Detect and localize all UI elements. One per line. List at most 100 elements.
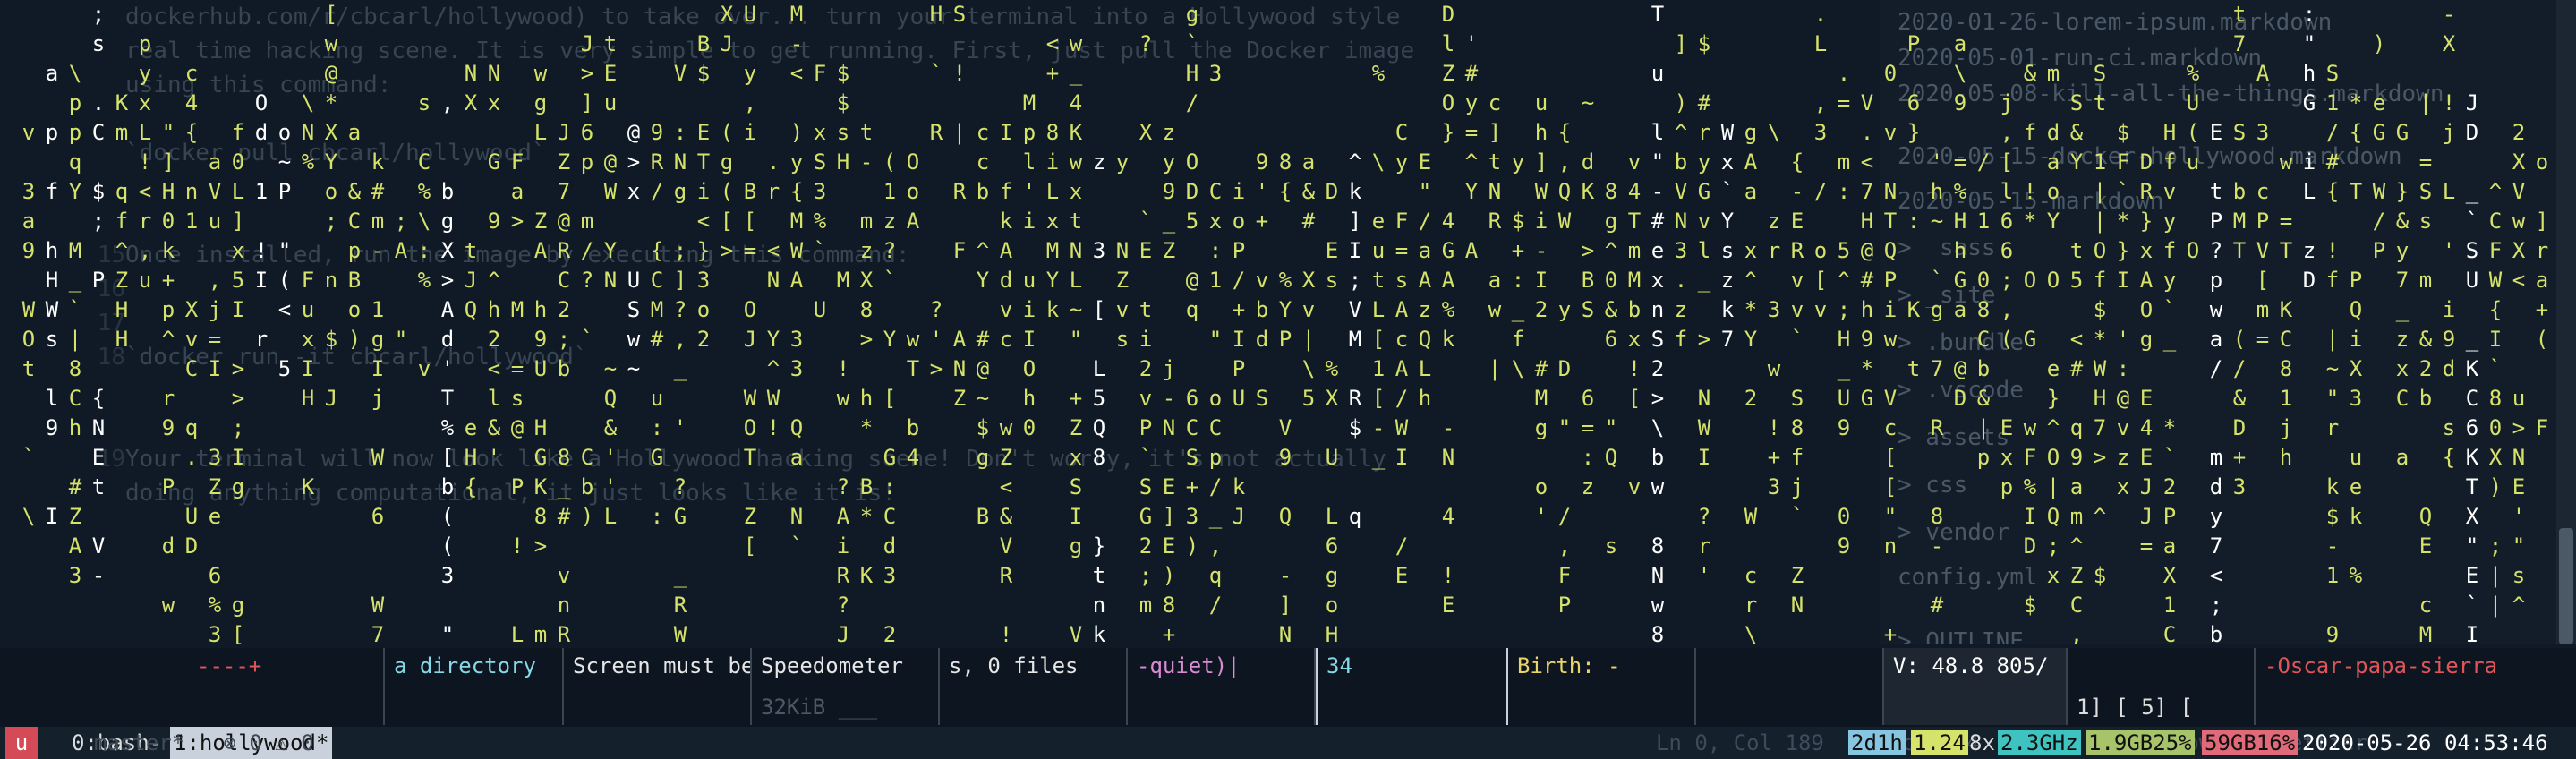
rain-column: " ] H 0 k + p ^ r 9 P d w [161, 120, 175, 618]
rain-column: c ] t N R a w | [1488, 90, 1502, 381]
pane-brackets: 1] [ 5] [ [2068, 648, 2256, 725]
rain-column: J D _ ` S U _ K C 6 K T X " E ` I [2465, 90, 2479, 644]
pane-directory: a directory [385, 648, 564, 725]
rain-column: . L , 3 / o [ v [1813, 2, 1828, 322]
rain-column: y $ + : _ f \ [1511, 149, 1525, 381]
rain-column: $ # r y G v l _ > N W I ? r ' [1697, 31, 1711, 588]
rain-column: a \ 9 = % H h G a @ D [1953, 31, 1967, 411]
pane-brackets-text: 1] [ 5] [ [2077, 695, 2194, 720]
rain-column: m d a o Y O e } ^ O | Q ; x [2046, 61, 2060, 588]
rain-column: H f v y f y ` _ * ` 2 P a X 1 C [2162, 120, 2177, 644]
pane-meter: V: 48.8 805/ [1884, 648, 2068, 725]
rain-column: M p l ' i u i I O h 0 [1022, 90, 1036, 440]
rain-column: M - < ) y { M W A 3 3 Q a N ` [789, 2, 804, 559]
rain-column: B $ E T i < } 3 o 2 [696, 31, 711, 352]
rain-column: [ w @ * X Y o ; n $ J [324, 2, 338, 411]
rain-column: O d 1 ! I r [254, 90, 269, 352]
rain-column: w g L Z A h 9 U H G K 8 > m [533, 61, 548, 644]
rain-column: N x G 9 ^ h 2 < l & ' [487, 61, 501, 470]
rain-column: < + 8 i L x M Y k [1045, 31, 1060, 322]
rain-column: k # m - 1 g I j W 6 W 7 [371, 149, 385, 644]
pane-tree: ----+ [188, 648, 385, 725]
rain-column: V . < 7 H @ # h 9 * G [1860, 90, 1874, 411]
tmux-cpu-count: 8x [1969, 730, 1995, 755]
rain-column: { - E R v v ` S 8 f j ` Z N [1790, 149, 1804, 618]
rain-column: v 3 a 9 W O t ` \ [21, 120, 36, 529]
rain-column: 9 R / { C M # u : G : [650, 120, 664, 529]
rain-column: D E s % X U L 6 g o H [1325, 179, 1339, 644]
pane-quiet: -quiet)| [1128, 648, 1316, 725]
tmux-load: 1.24 [1911, 730, 1968, 755]
pane-empty [1696, 648, 1884, 725]
rain-column: O o A w T b 4 [906, 149, 920, 470]
rain-column: * { T P Q i X 3 u e k % [2349, 90, 2363, 588]
rain-column: v 4 T m M b x ! [ v [1627, 149, 1642, 499]
rain-column: \ p p q Y M _ ` | 8 C h # Z A 3 [68, 61, 82, 588]
pane-callsign-text: -Oscar-papa-sierra [2265, 653, 2498, 678]
rain-column: F a > M = s @ P ! L [510, 149, 525, 644]
rain-column: { , Q W y D " / , F P [1557, 120, 1572, 618]
rain-column: ; A " [394, 209, 408, 352]
pane-counter-text: 34 [1326, 653, 1352, 678]
rain-column: p y x L ! < r , u [138, 31, 152, 293]
rain-column: S ! | R F A N Z [952, 2, 967, 411]
pane-quiet-text: -quiet)| [1137, 653, 1241, 678]
scrollbar-thumb[interactable] [2559, 528, 2573, 644]
rain-column: / 1 0 8 C b & | p [1976, 149, 1991, 470]
rain-column: X J ( g ( [ > [720, 2, 734, 263]
rain-column: g ` H / O D 5 @ q 6 C S + 3 ) [1185, 2, 1199, 559]
rain-column: 8 { % Y P V 9 Q - ] N [1278, 149, 1292, 644]
pane-files-text: s, 0 files [949, 653, 1079, 678]
pane-directory-text: a directory [394, 653, 536, 678]
rain-column: 0 v N T Q P i w V c [ [ " n + [1883, 61, 1898, 644]
rain-column: @ > x U S w ~ [627, 120, 641, 381]
rain-column: C y F = s A c A / W I / E [1395, 120, 1409, 588]
rain-column: ^ C F W { I ` 8 0 X ) ; | | [2488, 179, 2503, 618]
rain-column: $ $ s H M ! w ? A i R ? J [836, 61, 850, 644]
tmux-uptime: 2d1h [1848, 730, 1906, 755]
rain-column: . = m : 5 ^ ; H _ U 9 0 9 [1837, 61, 1851, 559]
rain-column: t E u @ W Y N ~ Q & ' ' L [603, 31, 618, 529]
pane-speedometer: Speedometer 32KiB ___ [752, 648, 940, 725]
rain-column: w = T K C 8 1 j h [2279, 149, 2293, 470]
rain-column: J > ] 6 p m / ? ` C b ) [580, 31, 594, 529]
pane-stat-text: Birth: - [1517, 653, 1621, 678]
pane-stat: Birth: - [1508, 648, 1696, 725]
rain-column: | = S s m & 2 b Q E c M [2418, 90, 2433, 644]
rain-column: j , [ l 6 6 ; , ( E x p [2000, 90, 2014, 499]
rain-column: \ N % F u x I H K [301, 90, 315, 499]
rain-column: , b g X > A d ' T % [ b ( ( 3 " [440, 90, 455, 644]
rain-column: z 3 [ L 5 Q 8 } t n k [1092, 149, 1106, 644]
rain-column: t 7 S b M T ( / & D + 3 [2232, 2, 2247, 499]
rain-column: c 4 { n 1 X v C q . U D [184, 61, 199, 559]
rain-column: % \ e u t L [ 1 [ - _ [1371, 61, 1386, 470]
rain-column: ) e G W / P [2372, 31, 2386, 263]
pane-screen-text: Screen must be [573, 653, 752, 678]
rain-column: 8 g ^ 0 & 6 " Q s [1604, 179, 1618, 559]
rain-column: w _ 4 K w x t N L ~ " + Z x S I g V [1069, 31, 1083, 644]
rain-column: T u l " - # e x n S 2 > \ b w 8 N w 8 [1651, 2, 1665, 644]
rain-column: 9 ' + v b d S [1255, 149, 1269, 411]
tmux-disk: 59GB16% [2202, 730, 2299, 755]
pane-files: s, 0 files [940, 648, 1128, 725]
rain-column: ' # y = ^ Y A [1464, 31, 1479, 263]
rain-column: $ F ` * } I ' : @ v z x [2116, 120, 2130, 499]
rain-column: S & Y t 5 < # q 9 a m ^ Z C , [2069, 90, 2084, 644]
pane-counter: 34 [1316, 648, 1508, 725]
rain-column: N X t J Q e H { [464, 61, 478, 499]
hollywood-status-panes: ----+ a directory Screen must be Speedom… [0, 648, 2576, 727]
rain-column: u h ] W i - I 2 # M g o ' [1534, 90, 1548, 529]
rain-column: . r < N Y ^ W ! [766, 149, 780, 440]
rain-column: P 6 } : K t [1906, 31, 1921, 381]
scrollbar[interactable] [2556, 0, 2576, 644]
rain-column: ( 1 z ? ` Y [ G : C d 3 2 [883, 149, 897, 644]
tmux-cpu-freq: 2.3GHz [1998, 730, 2081, 755]
rain-column: D l Z O } 4 G A % k - N 4 ! E [1441, 2, 1455, 618]
tmux-session[interactable]: u [5, 727, 38, 759]
pane-callsign: -Oscar-papa-sierra [2256, 648, 2576, 725]
rain-column: o ] r a + ( F [2535, 149, 2549, 440]
rain-column: A 3 c P V [ m = [2256, 61, 2270, 352]
rain-column: ? X ` E t i 2 v P ` S G 2 ; m [1139, 31, 1153, 618]
pane-screen: Screen must be [564, 648, 752, 725]
rain-column: ; s . C $ ; P { N E t V - [91, 2, 106, 588]
